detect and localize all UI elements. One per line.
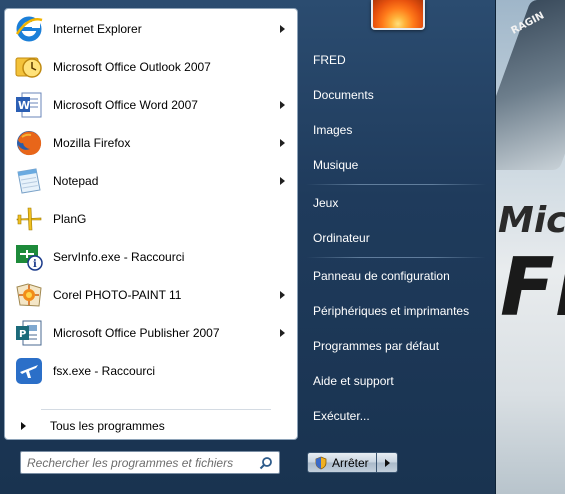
- programs-divider: [41, 409, 271, 410]
- right-item-images[interactable]: Images: [306, 118, 486, 142]
- right-item-aide-et-support[interactable]: Aide et support: [306, 369, 486, 393]
- program-outlook[interactable]: Microsoft Office Outlook 2007: [11, 49, 293, 85]
- program-label: Notepad: [53, 174, 99, 188]
- right-item-musique[interactable]: Musique: [306, 153, 486, 177]
- program-corel-photo-paint[interactable]: Corel PHOTO-PAINT 11: [11, 277, 293, 313]
- start-menu: Internet Explorer Microsoft Office Outlo…: [0, 0, 496, 494]
- right-item-peripheriques-et-imprimantes[interactable]: Périphériques et imprimantes: [306, 299, 486, 323]
- right-item-programmes-par-defaut[interactable]: Programmes par défaut: [306, 334, 486, 358]
- program-label: Microsoft Office Publisher 2007: [53, 326, 220, 340]
- program-label: ServInfo.exe - Raccourci: [53, 250, 185, 264]
- program-notepad[interactable]: Notepad: [11, 163, 293, 199]
- svg-text:P: P: [19, 329, 26, 340]
- search-icon[interactable]: [259, 456, 273, 470]
- desktop-wallpaper: RAGIN Micr Flig: [496, 0, 565, 494]
- right-item-executer[interactable]: Exécuter...: [306, 404, 486, 428]
- program-word[interactable]: W Microsoft Office Word 2007: [11, 87, 293, 123]
- right-item-ordinateur[interactable]: Ordinateur: [306, 226, 486, 250]
- shutdown-button[interactable]: Arrêter: [307, 452, 377, 473]
- outlook-icon: [13, 51, 45, 83]
- right-panel-separator: [306, 257, 486, 258]
- wallpaper-logo-line1: Micr: [498, 200, 565, 241]
- program-plang[interactable]: PlanG: [11, 201, 293, 237]
- right-item-fred[interactable]: FRED: [306, 48, 486, 72]
- programs-panel: Internet Explorer Microsoft Office Outlo…: [4, 8, 298, 440]
- svg-text:i: i: [33, 259, 37, 270]
- program-label: Microsoft Office Word 2007: [53, 98, 198, 112]
- program-label: Corel PHOTO-PAINT 11: [53, 288, 182, 302]
- shutdown-options-button[interactable]: [377, 452, 398, 473]
- program-label: Internet Explorer: [53, 22, 142, 36]
- submenu-arrow-icon[interactable]: [280, 101, 285, 109]
- submenu-arrow-icon[interactable]: [280, 177, 285, 185]
- program-label: Microsoft Office Outlook 2007: [53, 60, 211, 74]
- shield-icon: [315, 456, 327, 469]
- expand-arrow-icon: [21, 422, 26, 430]
- program-internet-explorer[interactable]: Internet Explorer: [11, 11, 293, 47]
- right-panel-separator: [306, 184, 486, 185]
- corel-icon: [13, 279, 45, 311]
- notepad-icon: [13, 165, 45, 197]
- airplane-icon: [13, 203, 45, 235]
- search-box: [20, 451, 280, 474]
- user-avatar[interactable]: [371, 0, 425, 30]
- search-input[interactable]: [21, 455, 251, 470]
- right-item-panneau-de-configuration[interactable]: Panneau de configuration: [306, 264, 486, 288]
- program-publisher[interactable]: P Microsoft Office Publisher 2007: [11, 315, 293, 351]
- firefox-icon: [13, 127, 45, 159]
- submenu-arrow-icon[interactable]: [280, 139, 285, 147]
- program-firefox[interactable]: Mozilla Firefox: [11, 125, 293, 161]
- fsx-icon: [13, 355, 45, 387]
- servinfo-icon: i: [13, 241, 45, 273]
- svg-text:W: W: [18, 99, 30, 112]
- program-servinfo[interactable]: i ServInfo.exe - Raccourci: [11, 239, 293, 275]
- all-programs-button[interactable]: Tous les programmes: [17, 416, 293, 436]
- internet-explorer-icon: [13, 13, 45, 45]
- program-label: PlanG: [53, 212, 87, 226]
- submenu-arrow-icon[interactable]: [280, 329, 285, 337]
- chevron-right-icon: [384, 458, 390, 467]
- right-item-documents[interactable]: Documents: [306, 83, 486, 107]
- publisher-icon: P: [13, 317, 45, 349]
- program-fsx[interactable]: fsx.exe - Raccourci: [11, 353, 293, 389]
- right-item-jeux[interactable]: Jeux: [306, 191, 486, 215]
- shutdown-label: Arrêter: [332, 455, 369, 470]
- wallpaper-logo-line2: Flig: [500, 241, 565, 334]
- word-icon: W: [13, 89, 45, 121]
- submenu-arrow-icon[interactable]: [280, 291, 285, 299]
- submenu-arrow-icon[interactable]: [280, 25, 285, 33]
- program-label: fsx.exe - Raccourci: [53, 364, 156, 378]
- all-programs-label: Tous les programmes: [50, 419, 165, 433]
- program-label: Mozilla Firefox: [53, 136, 131, 150]
